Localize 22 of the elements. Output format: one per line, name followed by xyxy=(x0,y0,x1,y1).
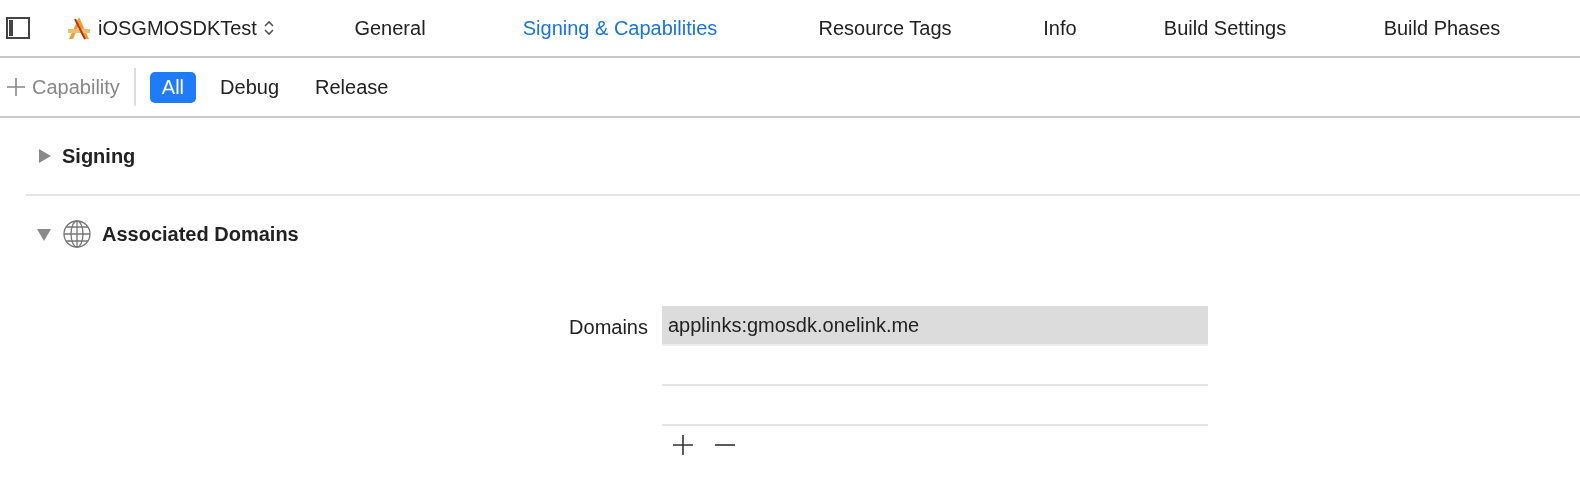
add-icon[interactable] xyxy=(672,434,694,456)
project-selector[interactable]: iOSGMOSDKTest xyxy=(66,15,275,41)
tab[interactable]: Build Settings xyxy=(1163,16,1287,40)
tab[interactable]: Resource Tags xyxy=(818,16,952,40)
app-tools-icon xyxy=(66,15,92,41)
field-label: Domains xyxy=(569,315,648,340)
tab[interactable]: Signing & Capabilities xyxy=(522,16,718,40)
filter-button[interactable]: Debug xyxy=(208,71,291,103)
expand-triangle-icon[interactable] xyxy=(36,148,52,164)
tab[interactable]: Build Phases xyxy=(1383,16,1501,40)
domain-row[interactable]: applinks:gmosdk.onelink.me xyxy=(662,306,1208,346)
section-title: Signing xyxy=(62,144,136,168)
filter-button[interactable]: All xyxy=(149,71,197,103)
section-title: Associated Domains xyxy=(102,222,299,246)
plus-icon xyxy=(6,77,26,97)
filter-button[interactable]: Release xyxy=(303,71,401,103)
sidebar-toggle-icon[interactable] xyxy=(6,17,30,39)
stepper-chevrons-icon xyxy=(262,19,275,37)
add-capability-button[interactable]: Capability xyxy=(6,68,136,106)
collapse-triangle-icon[interactable] xyxy=(36,226,52,242)
tab[interactable]: Info xyxy=(1043,16,1077,40)
tab[interactable]: General xyxy=(354,16,426,40)
